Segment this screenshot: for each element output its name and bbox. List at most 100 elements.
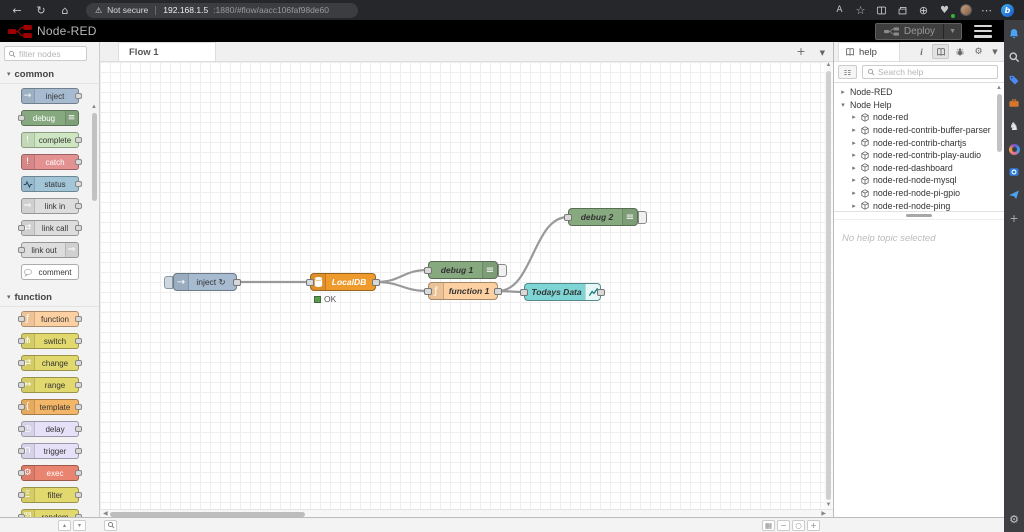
chevron-right-icon[interactable]: ▸: [851, 189, 857, 197]
input-port[interactable]: [17, 360, 25, 366]
palette-node-status[interactable]: status: [20, 176, 82, 192]
output-port[interactable]: [233, 279, 241, 286]
output-port[interactable]: [74, 203, 82, 209]
wire[interactable]: [375, 268, 429, 284]
input-port[interactable]: [17, 470, 25, 476]
bing-copilot-icon[interactable]: b: [999, 2, 1016, 18]
expand-all-button[interactable]: ▾: [73, 519, 86, 531]
output-port[interactable]: [74, 159, 82, 165]
function1-node[interactable]: ƒ function 1: [424, 282, 502, 300]
palette-node-debug[interactable]: ≡ debug: [17, 110, 79, 126]
address-bar[interactable]: ⚠ Not secure 192.168.1.5:1880/#flow/aacc…: [86, 2, 358, 18]
input-port[interactable]: [17, 115, 25, 121]
input-port[interactable]: [17, 316, 25, 322]
palette-category-common[interactable]: ▾ common: [0, 65, 99, 84]
more-menu-icon[interactable]: ⋯: [978, 2, 995, 18]
drop-icon[interactable]: [1007, 188, 1021, 202]
chevron-right-icon[interactable]: ▸: [840, 88, 846, 96]
input-port[interactable]: [424, 267, 432, 274]
flow-list-button[interactable]: ▼: [820, 45, 825, 58]
back-button[interactable]: ←: [8, 2, 26, 18]
output-port[interactable]: [74, 448, 82, 454]
tree-scrollbar[interactable]: ▲: [995, 85, 1003, 209]
input-port[interactable]: [17, 448, 25, 454]
help-topic-node-red-node-mysql[interactable]: ▸ node-red-node-mysql: [834, 174, 1004, 187]
read-aloud-icon[interactable]: A: [831, 2, 848, 18]
sidebar-tab-help[interactable]: [932, 44, 949, 59]
input-port[interactable]: [520, 289, 528, 296]
scroll-right-icon[interactable]: ▶: [818, 510, 829, 517]
palette-node-template[interactable]: {template: [17, 399, 82, 415]
palette-node-inject[interactable]: → inject: [20, 88, 82, 104]
help-topic-node-red-contrib-chartjs[interactable]: ▸ node-red-contrib-chartjs: [834, 136, 1004, 149]
outlook-icon[interactable]: [1007, 165, 1021, 179]
notifications-icon[interactable]: [1007, 27, 1021, 41]
sidebar-tab-info[interactable]: i: [913, 44, 930, 59]
sidebar-tab-debug[interactable]: [951, 44, 968, 59]
collections-icon[interactable]: [894, 2, 911, 18]
help-topic-node-red-dashboard[interactable]: ▸ node-red-dashboard: [834, 162, 1004, 175]
favorite-star-icon[interactable]: ☆: [852, 2, 869, 18]
tools-icon[interactable]: [1007, 96, 1021, 110]
inject-node[interactable]: → inject ↻: [164, 273, 241, 291]
wire[interactable]: [497, 215, 569, 293]
output-port[interactable]: [74, 181, 82, 187]
output-port[interactable]: [74, 93, 82, 99]
canvas-hscroll-thumb[interactable]: [110, 511, 305, 517]
input-port[interactable]: [17, 404, 25, 410]
debug2-node[interactable]: ≡ debug 2: [564, 208, 647, 226]
palette-scroll-thumb[interactable]: [91, 113, 97, 201]
collapse-all-button[interactable]: ▴: [58, 519, 71, 531]
chevron-right-icon[interactable]: ▸: [851, 151, 857, 159]
palette-scrollbar[interactable]: ▲: [90, 104, 98, 503]
search-icon[interactable]: [1007, 50, 1021, 64]
palette-category-function[interactable]: ▾ function: [0, 288, 99, 307]
help-search[interactable]: [862, 65, 998, 79]
canvas-vscroll-thumb[interactable]: [826, 71, 831, 500]
input-port[interactable]: [424, 288, 432, 295]
shopping-icon[interactable]: [1007, 73, 1021, 87]
sidebar-splitter[interactable]: [834, 211, 1004, 219]
palette-node-random[interactable]: ⚄ random: [17, 509, 82, 517]
chevron-right-icon[interactable]: ▸: [851, 202, 857, 210]
extensions-icon[interactable]: ⊕: [915, 2, 932, 18]
sidebar-tabs-caret[interactable]: ▼: [989, 44, 1001, 59]
profile-avatar-icon[interactable]: [957, 2, 974, 18]
output-port[interactable]: [74, 492, 82, 498]
input-port[interactable]: [17, 382, 25, 388]
canvas-horizontal-scrollbar[interactable]: ◀ ▶: [100, 509, 833, 517]
split-screen-icon[interactable]: [873, 2, 890, 18]
output-port[interactable]: [74, 137, 82, 143]
input-port[interactable]: [17, 247, 25, 253]
palette-node-link-out[interactable]: ⇒ link out: [17, 242, 79, 258]
help-search-input[interactable]: [878, 67, 993, 77]
chart-node[interactable]: Todays Data: [520, 283, 605, 301]
deploy-options-caret[interactable]: ▼: [943, 23, 961, 39]
help-topic-node-red-node-ping[interactable]: ▸ node-red-node-ping: [834, 199, 1004, 211]
microsoft-365-icon[interactable]: [1007, 142, 1021, 156]
palette-node-catch[interactable]: ! catch: [20, 154, 82, 170]
help-topic-node-red-node-pi-gpio[interactable]: ▸ node-red-node-pi-gpio: [834, 187, 1004, 200]
input-port[interactable]: [17, 225, 25, 231]
help-topic-node-help[interactable]: ▾ Node Help: [834, 99, 1004, 112]
palette-node-trigger[interactable]: ⊓ trigger: [17, 443, 82, 459]
zoom-out-button[interactable]: −: [777, 519, 790, 531]
palette-node-switch[interactable]: ⋔ switch: [17, 333, 82, 349]
help-topic-node-red[interactable]: ▸ node-red: [834, 111, 1004, 124]
flow-canvas[interactable]: → inject ↻ LocalDB OK ≡ debug 1 ƒ function 1 ≡ de…: [100, 62, 833, 509]
output-port[interactable]: [597, 289, 605, 296]
games-icon[interactable]: ♞: [1007, 119, 1021, 133]
palette-node-function[interactable]: ƒ function: [17, 311, 82, 327]
input-port[interactable]: [306, 279, 314, 286]
localdb-node[interactable]: LocalDB OK: [306, 273, 380, 304]
zoom-in-button[interactable]: +: [807, 519, 820, 531]
refresh-button[interactable]: ↻: [32, 2, 50, 18]
palette-node-delay[interactable]: ◷ delay: [17, 421, 82, 437]
chevron-right-icon[interactable]: ▸: [851, 139, 857, 147]
output-port[interactable]: [74, 316, 82, 322]
tab-help[interactable]: help: [838, 42, 900, 61]
palette-filter-input[interactable]: [19, 48, 83, 59]
help-topic-node-red[interactable]: ▸ Node-RED: [834, 86, 1004, 99]
output-port[interactable]: [372, 279, 380, 286]
zoom-reset-button[interactable]: ○: [792, 519, 805, 531]
